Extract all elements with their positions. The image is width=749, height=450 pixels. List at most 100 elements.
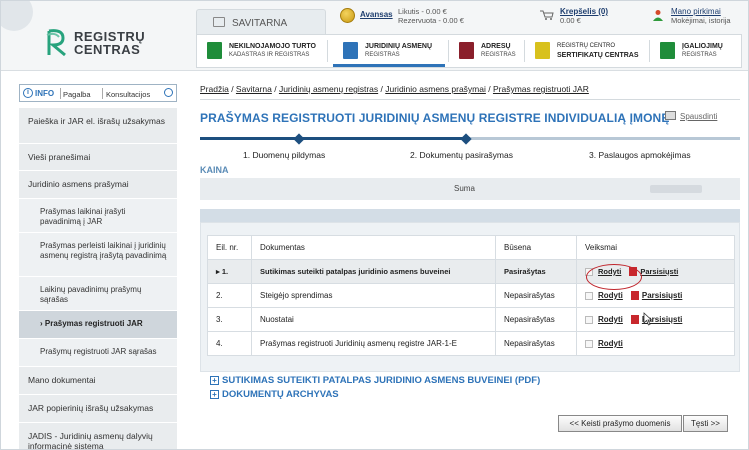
breadcrumb-savitarna[interactable]: Savitarna [236,84,272,94]
continue-button[interactable]: Tęsti >> [683,415,728,432]
registry-nav: NEKILNOJAMOJO TURTO KADASTRAS IR REGISTR… [196,34,742,68]
nav-tab-sertifikatu-centras[interactable]: REGISTRŲ CENTRO SERTIFIKATŲ CENTRAS [525,35,645,67]
step-2-label: 2. Dokumentų pasirašymas [410,150,513,160]
highlight-circle [586,264,642,290]
info-label: INFO [35,89,55,98]
back-edit-button[interactable]: << Keisti prašymo duomenis [558,415,682,432]
info-icon: i [23,88,33,98]
rodyti-link[interactable]: Rodyti [598,315,623,324]
documents-table: Eil. nr. Dokumentas Būsena Veiksmai ▸ 1.… [207,235,735,356]
sidebar-item-popieriniu-israsu[interactable]: JAR popierinių išrašų užsakymas [19,395,177,423]
printer-icon[interactable] [665,111,676,120]
savitarna-label: SAVITARNA [232,18,288,29]
suma-value-redacted [650,185,702,193]
sidebar-item-mano-dokumentai[interactable]: Mano dokumentai [19,367,177,395]
page-title: PRAŠYMAS REGISTRUOTI JURIDINIŲ ASMENŲ RE… [200,111,670,125]
top-strip: SAVITARNA Avansas Likutis - 0.00 € Rezer… [196,7,742,35]
search-icon[interactable] [164,88,173,97]
sidebar-item-perleisti-pavadinima[interactable]: Prašymas perleisti laikinai į juridinių … [19,233,177,277]
nav-tab-adresu[interactable]: ADRESŲ REGISTRAS [449,35,521,67]
nav-tab-nekilnojamojo-turto[interactable]: NEKILNOJAMOJO TURTO KADASTRAS IR REGISTR… [197,35,327,67]
breadcrumb-prasymai[interactable]: Juridinio asmens prašymai [385,84,486,94]
realestate-icon [207,42,222,59]
rodyti-link[interactable]: Rodyti [598,339,623,348]
logo-icon [46,29,66,57]
table-row[interactable]: 2. Steigėjo sprendimas Nepasirašytas Rod… [207,283,735,308]
balance-info: Likutis - 0.00 € Rezervuota - 0.00 € [398,7,464,25]
certificate-icon [535,42,550,59]
mouse-cursor-icon [643,312,653,326]
breadcrumb-pradzia[interactable]: Pradžia [200,84,229,94]
plus-icon: + [210,375,219,385]
page: REGISTRŲ CENTRAS SAVITARNA Avansas Likut… [0,0,749,450]
home-icon [213,17,225,27]
krepselis-link[interactable]: Krepšelis (0) [560,7,608,16]
rezervuota-text: Rezervuota - 0.00 € [398,16,464,25]
step-2-marker [460,133,472,145]
avansas-link[interactable]: Avansas [360,10,393,19]
price-row: Suma [200,178,740,200]
coins-icon [340,8,355,23]
kaina-heading: KAINA [200,165,229,175]
sidebar-item-prasymu-sarasas[interactable]: Prašymų registruoti JAR sąrašas [19,339,177,367]
legal-entity-icon [343,42,358,59]
breadcrumb: Pradžia / Savitarna / Juridinių asmenų r… [200,84,589,94]
progress-remaining [470,137,740,140]
likutis-text: Likutis - 0.00 € [398,7,447,16]
sidebar: i INFO Pagalba Konsultacijos Paieška ir … [19,84,177,449]
sidebar-item-laikinai-irasyti[interactable]: Prašymas laikinai įrašyti pavadinimą į J… [19,199,177,233]
nav-tab-igaliojimu[interactable]: ĮGALIOJIMŲ REGISTRAS [650,35,742,67]
mano-pirkimai-sub: Mokėjimai, istorija [671,16,731,25]
pdf-icon [630,291,639,301]
checkbox[interactable] [585,291,593,300]
logo[interactable]: REGISTRŲ CENTRAS [45,27,155,63]
step-1-label: 1. Duomenų pildymas [243,150,326,160]
panel-strip [200,209,740,222]
parsisiusti-link[interactable]: Parsisiųsti [640,267,678,276]
user-purchases[interactable]: Mano pirkimai Mokėjimai, istorija [671,7,731,25]
plus-icon: + [210,389,219,399]
breadcrumb-prasymas-registruoti[interactable]: Prašymas registruoti JAR [493,84,589,94]
table-row[interactable]: ▸ 1. Sutikimas suteikti patalpas juridin… [207,259,735,284]
progress-done [200,137,470,140]
checkbox[interactable] [585,339,593,348]
parsisiusti-link[interactable]: Parsisiųsti [642,291,682,300]
corner-decoration [1,1,33,31]
info-bar: i INFO Pagalba Konsultacijos [19,84,177,102]
header: REGISTRŲ CENTRAS SAVITARNA Avansas Likut… [1,1,748,71]
cart-icon[interactable] [540,10,554,20]
mano-pirkimai-link[interactable]: Mano pirkimai [671,7,721,16]
main-content: Pradžia / Savitarna / Juridinių asmenų r… [200,84,740,449]
sidebar-item-viesi-pranesimai[interactable]: Vieši pranešimai [19,144,177,171]
sidebar-item-paieska[interactable]: Paieška ir JAR el. išrašų užsakymas [19,108,177,144]
expander-sutikimas-pdf[interactable]: + SUTIKIMAS SUTEIKTI PATALPAS JURIDINIO A… [210,375,540,386]
sidebar-item-prasymas-registruoti[interactable]: › Prašymas registruoti JAR [19,311,177,339]
table-row[interactable]: 4. Prašymas registruoti Juridinių asmenų… [207,331,735,356]
savitarna-tab[interactable]: SAVITARNA [196,9,326,35]
pdf-icon [630,315,639,325]
logo-text: REGISTRŲ CENTRAS [74,29,146,57]
pagalba-link[interactable]: Pagalba [63,90,91,99]
user-icon [653,10,663,21]
rodyti-link[interactable]: Rodyti [598,291,623,300]
suma-label: Suma [454,184,475,193]
documents-panel: Eil. nr. Dokumentas Būsena Veiksmai ▸ 1.… [200,222,740,372]
step-1-marker [293,133,305,145]
nav-tab-juridiniu-asmenu[interactable]: JURIDINIŲ ASMENŲ REGISTRAS [333,35,445,67]
sidebar-item-laikinu-pavadinimu[interactable]: Laikinų pavadinimų prašymų sąrašas [19,277,177,311]
step-3-label: 3. Paslaugos apmokėjimas [589,150,691,160]
breadcrumb-registras[interactable]: Juridinių asmenų registras [279,84,378,94]
expander-dokumentu-archyvas[interactable]: + DOKUMENTŲ ARCHYVAS [210,389,339,400]
krepselis-sum: 0.00 € [560,16,581,25]
table-header-row: Eil. nr. Dokumentas Būsena Veiksmai [207,235,735,260]
progress-steps [200,133,740,145]
power-of-attorney-icon [660,42,675,59]
cart-info[interactable]: Krepšelis (0) 0.00 € [560,7,608,25]
checkbox[interactable] [585,315,593,324]
table-row[interactable]: 3. Nuostatai Nepasirašytas Rodyti Parsisi… [207,307,735,332]
address-icon [459,42,474,59]
sidebar-item-jadis[interactable]: JADIS - Juridinių asmenų dalyvių informa… [19,423,177,449]
sidebar-item-juridinio-asmens-prasymai[interactable]: Juridinio asmens prašymai [19,171,177,199]
print-link[interactable]: Spausdinti [680,112,717,121]
konsultacijos-link[interactable]: Konsultacijos [106,90,150,99]
